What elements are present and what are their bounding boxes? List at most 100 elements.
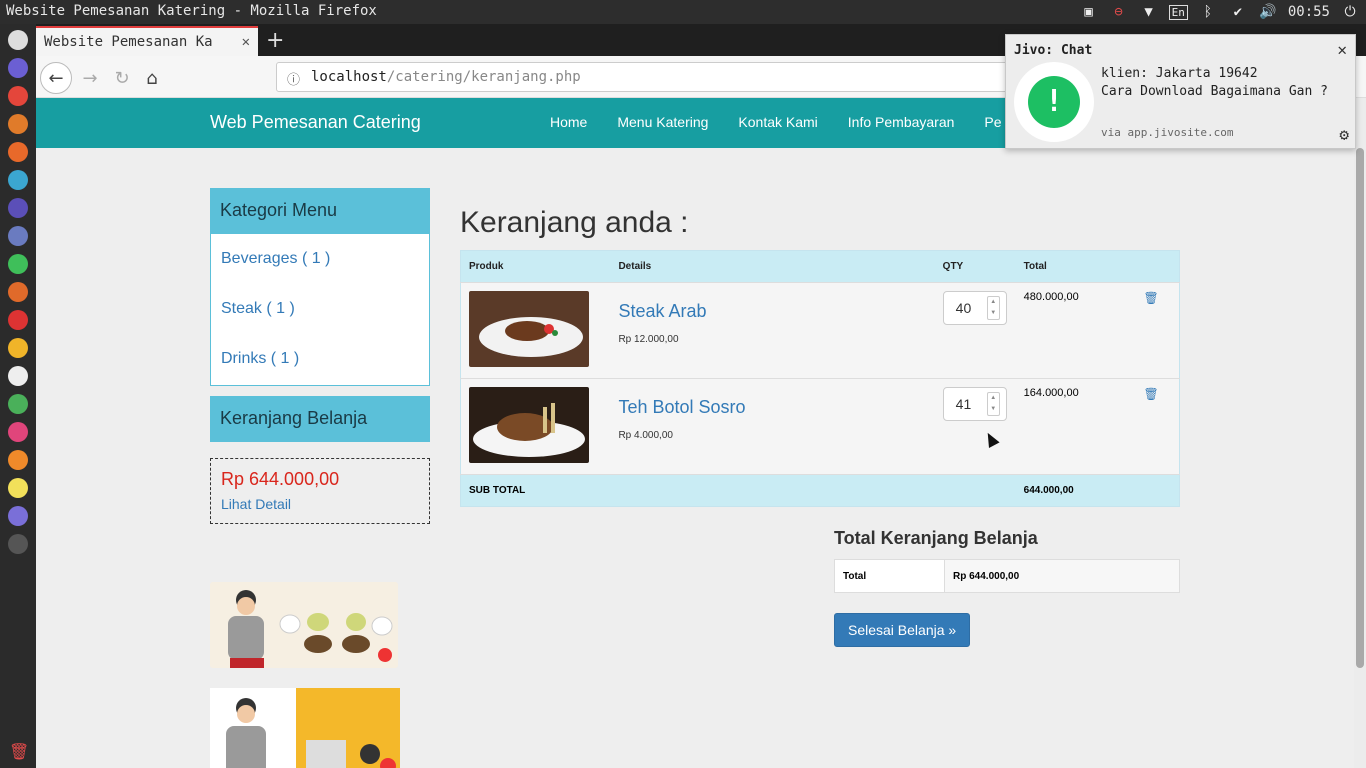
product-image-cell bbox=[460, 378, 611, 475]
chrome-app-icon[interactable] bbox=[8, 86, 28, 106]
quantity-value: 41 bbox=[955, 396, 972, 412]
cart-amount: Rp 644.000,00 bbox=[221, 469, 340, 489]
promo-banner-large-order[interactable] bbox=[210, 688, 400, 768]
volume-icon[interactable]: 🔊 bbox=[1258, 2, 1278, 22]
remove-item-icon[interactable]: 🗑 bbox=[1144, 387, 1159, 401]
reload-button[interactable]: ↻ bbox=[106, 62, 138, 94]
chromium-app-icon[interactable] bbox=[8, 394, 28, 414]
trash-icon[interactable]: 🗑 bbox=[9, 742, 29, 761]
menu-home[interactable]: Home bbox=[550, 114, 587, 130]
subtotal-label: SUB TOTAL bbox=[460, 474, 1016, 507]
menu-info-pembayaran[interactable]: Info Pembayaran bbox=[848, 114, 955, 130]
product-name[interactable]: Teh Botol Sosro bbox=[618, 397, 926, 418]
chat-notification[interactable]: Jivo: Chat ✕ ! klien: Jakarta 19642 Cara… bbox=[1005, 34, 1356, 149]
product-price: Rp 12.000,00 bbox=[618, 334, 679, 345]
notes-app-icon[interactable] bbox=[8, 170, 28, 190]
disk-app-icon[interactable] bbox=[8, 534, 28, 554]
cart-heading: Keranjang anda : bbox=[460, 206, 689, 239]
product-name[interactable]: Steak Arab bbox=[618, 301, 926, 322]
url-path: /catering/keranjang.php bbox=[386, 69, 581, 85]
system-tray: ▣ ⊖ ▼ En ᛒ ✔ 🔊 00:55 ⏻ bbox=[1079, 2, 1360, 22]
product-image-steak[interactable] bbox=[469, 291, 589, 367]
home-button[interactable]: ⌂ bbox=[136, 62, 168, 94]
dolphin-app-icon[interactable] bbox=[8, 198, 28, 218]
amazon-app-icon[interactable] bbox=[8, 366, 28, 386]
quantity-stepper[interactable]: 40 ▲ ▼ bbox=[942, 291, 1007, 325]
col-details: Details bbox=[610, 250, 935, 283]
spreadsheet-app-icon[interactable] bbox=[8, 254, 28, 274]
col-total: Total bbox=[1015, 250, 1136, 283]
php-app-icon[interactable] bbox=[8, 226, 28, 246]
finish-shopping-button[interactable]: Selesai Belanja » bbox=[834, 613, 971, 647]
menu-katering[interactable]: Menu Katering bbox=[617, 114, 708, 130]
line-total: 164.000,00 bbox=[1015, 378, 1136, 475]
notification-line-2: Cara Download Bagaimana Gan ? bbox=[1101, 84, 1328, 99]
cart-totals: Total Keranjang Belanja Total Rp 644.000… bbox=[834, 528, 1180, 647]
forward-button[interactable]: → bbox=[74, 62, 106, 94]
files-app-icon[interactable] bbox=[8, 58, 28, 78]
wifi-icon[interactable]: ▼ bbox=[1139, 2, 1159, 22]
alert-badge: ! bbox=[1028, 76, 1080, 128]
bluetooth-icon[interactable]: ᛒ bbox=[1198, 2, 1218, 22]
presentation-app-icon[interactable] bbox=[8, 282, 28, 302]
browser-tab-active[interactable]: Website Pemesanan Ka ✕ bbox=[36, 26, 258, 56]
category-panel-title: Kategori Menu bbox=[210, 188, 430, 234]
stepper-arrows-icon[interactable]: ▲ ▼ bbox=[986, 296, 1000, 320]
page-scrollbar[interactable] bbox=[1354, 98, 1366, 768]
qty-cell: 41 ▲ ▼ bbox=[934, 378, 1016, 475]
clock[interactable]: 00:55 bbox=[1288, 4, 1330, 20]
archive-app-icon[interactable] bbox=[8, 338, 28, 358]
line-total: 480.000,00 bbox=[1015, 282, 1136, 379]
cart-detail-link[interactable]: Lihat Detail bbox=[221, 496, 419, 512]
app-dock: 🗑 bbox=[0, 24, 36, 768]
clipboard-icon[interactable]: ✔ bbox=[1228, 2, 1248, 22]
sublime-app-icon[interactable] bbox=[8, 114, 28, 134]
menu-kontak[interactable]: Kontak Kami bbox=[738, 114, 817, 130]
quantity-value: 40 bbox=[955, 300, 972, 316]
site-brand[interactable]: Web Pemesanan Catering bbox=[210, 112, 421, 133]
menu-truncated[interactable]: Pe bbox=[984, 114, 1001, 130]
blocked-icon[interactable]: ⊖ bbox=[1109, 2, 1129, 22]
promo-banner-teriyaki[interactable] bbox=[210, 582, 398, 668]
cart-table: Produk Details QTY Total Steak Arab Rp 1… bbox=[460, 250, 1180, 507]
notification-body: klien: Jakarta 19642 Cara Download Bagai… bbox=[1101, 65, 1351, 101]
system-top-bar: Website Pemesanan Katering - Mozilla Fir… bbox=[0, 0, 1366, 24]
remove-item-icon[interactable]: 🗑 bbox=[1144, 291, 1159, 305]
screenshot-icon[interactable]: ▣ bbox=[1079, 2, 1099, 22]
store-app-icon[interactable] bbox=[8, 450, 28, 470]
category-link-drinks[interactable]: Drinks ( 1 ) bbox=[221, 334, 419, 384]
sticky-notes-app-icon[interactable] bbox=[8, 478, 28, 498]
total-label: Total bbox=[835, 560, 945, 592]
back-button[interactable]: ← bbox=[40, 62, 72, 94]
product-details-cell: Steak Arab Rp 12.000,00 bbox=[610, 282, 935, 379]
new-tab-icon[interactable]: + bbox=[266, 28, 284, 53]
settings-app-icon[interactable] bbox=[8, 30, 28, 50]
category-link-beverages[interactable]: Beverages ( 1 ) bbox=[221, 234, 419, 284]
category-link-steak[interactable]: Steak ( 1 ) bbox=[221, 284, 419, 334]
site-menu: Home Menu Katering Kontak Kami Info Pemb… bbox=[550, 114, 1002, 130]
category-list: Beverages ( 1 ) Steak ( 1 ) Drinks ( 1 ) bbox=[210, 234, 430, 386]
firefox-app-icon[interactable] bbox=[8, 142, 28, 162]
camera-app-icon[interactable] bbox=[8, 506, 28, 526]
site-info-icon[interactable]: ⓘ bbox=[287, 69, 300, 88]
table-row: Steak Arab Rp 12.000,00 40 ▲ ▼ 480.000,00… bbox=[460, 282, 1180, 379]
subtotal-value: 644.000,00 bbox=[1015, 474, 1136, 507]
window-title: Website Pemesanan Katering - Mozilla Fir… bbox=[6, 3, 377, 19]
sidebar: Kategori Menu Beverages ( 1 ) Steak ( 1 … bbox=[210, 188, 430, 524]
power-icon[interactable]: ⏻ bbox=[1340, 2, 1360, 22]
close-icon[interactable]: ✕ bbox=[1337, 40, 1347, 59]
url-host: localhost bbox=[311, 69, 387, 85]
quantity-stepper[interactable]: 41 ▲ ▼ bbox=[942, 387, 1007, 421]
close-tab-icon[interactable]: ✕ bbox=[242, 34, 250, 50]
music-app-icon[interactable] bbox=[8, 422, 28, 442]
filezilla-app-icon[interactable] bbox=[8, 310, 28, 330]
product-image-teh-botol[interactable] bbox=[469, 387, 589, 463]
cart-panel-title: Keranjang Belanja bbox=[210, 396, 430, 442]
scrollbar-thumb[interactable] bbox=[1356, 148, 1364, 668]
keyboard-layout-indicator[interactable]: En bbox=[1168, 4, 1188, 20]
gear-icon[interactable]: ⚙ bbox=[1339, 125, 1349, 144]
col-qty: QTY bbox=[934, 250, 1016, 283]
subtotal-empty bbox=[1135, 474, 1180, 507]
stepper-arrows-icon[interactable]: ▲ ▼ bbox=[986, 392, 1000, 416]
cart-totals-title: Total Keranjang Belanja bbox=[834, 528, 1038, 548]
